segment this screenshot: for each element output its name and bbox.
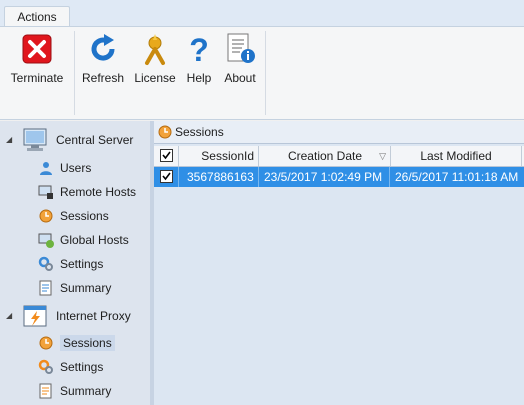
navigation-tree: ◢ Central Server Users Remote Hosts Sess… — [0, 121, 151, 405]
tab-actions[interactable]: Actions — [4, 6, 70, 28]
cell-last-modified: 26/5/2017 11:01:18 AM — [395, 170, 519, 184]
refresh-label: Refresh — [81, 71, 125, 85]
ribbon-tab-bar: Actions — [0, 0, 524, 28]
sessions-icon — [38, 335, 54, 351]
tree-label: Users — [60, 161, 92, 175]
tree-label: Central Server — [56, 133, 134, 147]
tree-item-sessions[interactable]: Sessions — [38, 208, 109, 224]
tree-label: Sessions — [60, 209, 109, 223]
tree-label: Settings — [60, 257, 104, 271]
tree-item-proxy-settings[interactable]: Settings — [38, 359, 103, 375]
collapse-arrow-icon[interactable]: ◢ — [6, 311, 12, 320]
grid-header: SessionId Creation Date ▽ Last Modified — [154, 146, 524, 167]
ribbon-group-separator — [265, 31, 266, 115]
row-checkbox-cell[interactable] — [154, 167, 179, 187]
refresh-icon — [85, 31, 121, 67]
sessions-panel: Sessions SessionId Creation Date ▽ Last … — [154, 121, 524, 405]
refresh-button[interactable]: Refresh — [80, 31, 126, 85]
about-icon — [222, 31, 258, 67]
tree-label: Internet Proxy — [56, 309, 131, 323]
tree-label: Summary — [60, 281, 112, 295]
checkbox[interactable] — [160, 170, 173, 183]
sort-arrow-icon: ▽ — [379, 151, 386, 161]
column-header-creation-date[interactable]: Creation Date ▽ — [260, 146, 391, 166]
terminate-button[interactable]: Terminate — [8, 31, 66, 85]
sessions-icon — [38, 208, 54, 224]
cell-session-id: 3567886163 — [179, 167, 259, 187]
settings-icon — [38, 359, 54, 375]
global-hosts-icon — [38, 232, 54, 248]
column-header-sessionid[interactable]: SessionId — [179, 146, 259, 166]
license-icon — [137, 31, 173, 67]
tree-item-proxy-sessions[interactable]: Sessions — [38, 335, 115, 351]
tree-item-proxy-summary[interactable]: Summary — [38, 383, 111, 399]
svg-text:?: ? — [189, 32, 209, 67]
cell-creation-date: 23/5/2017 1:02:49 PM — [260, 167, 390, 187]
sessions-icon — [157, 124, 173, 140]
tree-label: Settings — [60, 360, 104, 374]
ribbon-group-separator — [74, 31, 75, 115]
tree-label: Global Hosts — [60, 233, 129, 247]
tree-item-global-hosts[interactable]: Global Hosts — [38, 232, 129, 248]
proxy-icon — [22, 303, 48, 329]
tree-label: Summary — [60, 384, 112, 398]
column-label: Creation Date — [287, 149, 363, 163]
tree-label: Sessions — [60, 335, 115, 351]
summary-icon — [38, 383, 54, 399]
panel-title: Sessions — [175, 125, 224, 139]
checkbox[interactable] — [160, 149, 173, 162]
users-icon — [38, 160, 54, 176]
license-button[interactable]: License — [132, 31, 178, 85]
help-label: Help — [186, 71, 212, 85]
tree-item-settings[interactable]: Settings — [38, 256, 103, 272]
computer-icon — [22, 127, 48, 153]
terminate-label: Terminate — [10, 71, 64, 85]
collapse-arrow-icon[interactable]: ◢ — [6, 135, 12, 144]
summary-icon — [38, 280, 54, 296]
ribbon: Terminate Refresh License ? Help About — [0, 26, 524, 120]
tree-item-remote-hosts[interactable]: Remote Hosts — [38, 184, 136, 200]
license-label: License — [134, 71, 176, 85]
tree-node-internet-proxy[interactable]: Internet Proxy — [22, 303, 131, 329]
table-row[interactable]: 3567886163 23/5/2017 1:02:49 PM 26/5/201… — [154, 167, 524, 187]
terminate-icon — [19, 31, 55, 67]
help-button[interactable]: ? Help — [180, 31, 218, 85]
select-all-checkbox[interactable] — [154, 146, 179, 166]
about-button[interactable]: About — [218, 31, 262, 85]
column-header-last-modified[interactable]: Last Modified — [391, 146, 522, 166]
help-icon: ? — [181, 31, 217, 68]
about-label: About — [224, 71, 256, 85]
tree-node-central-server[interactable]: Central Server — [22, 127, 133, 153]
settings-icon — [38, 256, 54, 272]
tree-item-users[interactable]: Users — [38, 160, 91, 176]
tree-label: Remote Hosts — [60, 185, 137, 199]
panel-header: Sessions — [154, 121, 524, 144]
tree-item-summary[interactable]: Summary — [38, 280, 111, 296]
remote-host-icon — [38, 184, 54, 200]
